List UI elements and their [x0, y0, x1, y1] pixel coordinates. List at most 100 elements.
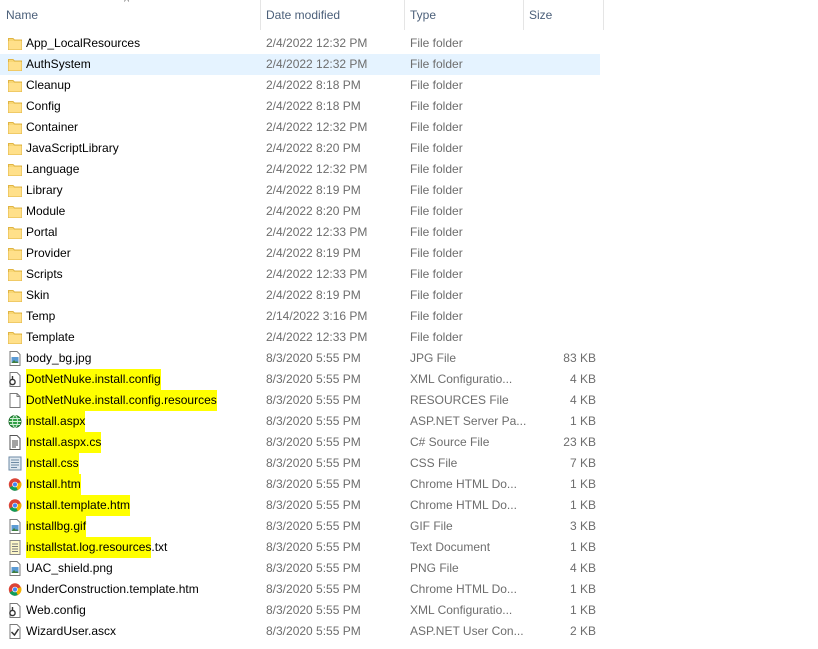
file-date-modified: 2/4/2022 8:18 PM	[266, 78, 361, 92]
file-name[interactable]: installstat.log.resources.txt	[26, 537, 167, 558]
file-name[interactable]: Config	[26, 96, 61, 117]
file-row[interactable]: Install.css 8/3/2020 5:55 PM CSS File 7 KB	[0, 453, 818, 474]
file-row[interactable]: Install.aspx.cs 8/3/2020 5:55 PM C# Source…	[0, 432, 818, 453]
file-name[interactable]: Skin	[26, 285, 49, 306]
blank-file-icon	[8, 393, 22, 408]
file-row[interactable]: Scripts 2/4/2022 12:33 PM File folder	[0, 264, 818, 285]
file-size: 1 KB	[569, 477, 596, 491]
file-row[interactable]: Container 2/4/2022 12:32 PM File folder	[0, 117, 818, 138]
file-name[interactable]: DotNetNuke.install.config	[26, 369, 161, 390]
file-name[interactable]: UAC_shield.png	[26, 558, 113, 579]
file-name[interactable]: Module	[26, 201, 65, 222]
file-name[interactable]: Web.config	[26, 600, 86, 621]
file-type: C# Source File	[410, 435, 490, 449]
file-row[interactable]: JavaScriptLibrary 2/4/2022 8:20 PM File fo…	[0, 138, 818, 159]
file-date-modified: 2/4/2022 12:33 PM	[266, 225, 368, 239]
file-row[interactable]: DotNetNuke.install.config.resources 8/3/2…	[0, 390, 818, 411]
file-row[interactable]: UnderConstruction.template.htm 8/3/2020 5…	[0, 579, 818, 600]
file-row[interactable]: Language 2/4/2022 12:32 PM File folder	[0, 159, 818, 180]
file-name[interactable]: App_LocalResources	[26, 33, 140, 54]
file-name[interactable]: install.aspx	[26, 411, 86, 432]
file-row[interactable]: DotNetNuke.install.config 8/3/2020 5:55 P…	[0, 369, 818, 390]
folder-icon	[8, 183, 22, 198]
file-name[interactable]: body_bg.jpg	[26, 348, 91, 369]
file-name[interactable]: AuthSystem	[26, 54, 91, 75]
file-row[interactable]: install.aspx 8/3/2020 5:55 PM ASP.NET Serv…	[0, 411, 818, 432]
file-date-modified: 8/3/2020 5:55 PM	[266, 456, 361, 470]
highlighted-file-name-text: installstat.log.resources	[26, 537, 152, 558]
file-date-modified: 2/4/2022 12:33 PM	[266, 330, 368, 344]
file-size	[520, 201, 596, 222]
file-row[interactable]: WizardUser.ascx 8/3/2020 5:55 PM ASP.NET U…	[0, 621, 818, 642]
file-row[interactable]: Template 2/4/2022 12:33 PM File folder	[0, 327, 818, 348]
file-name[interactable]: Container	[26, 117, 78, 138]
column-header-date[interactable]: Date modified	[260, 0, 404, 30]
column-header-size-label: Size	[529, 8, 553, 22]
file-name[interactable]: Temp	[26, 306, 55, 327]
file-row[interactable]: Install.template.htm 8/3/2020 5:55 PM Chro…	[0, 495, 818, 516]
file-name[interactable]: installbg.gif	[26, 516, 87, 537]
file-name[interactable]: UnderConstruction.template.htm	[26, 579, 199, 600]
file-row[interactable]: App_LocalResources 2/4/2022 12:32 PM File …	[0, 33, 818, 54]
file-name[interactable]: Scripts	[26, 264, 63, 285]
column-header-size[interactable]: Size	[523, 0, 603, 30]
file-size: 4 KB	[569, 561, 596, 575]
file-type: Text Document	[410, 540, 491, 554]
file-row-selected[interactable]: AuthSystem 2/4/2022 12:32 PM File folder	[0, 54, 818, 75]
file-row[interactable]: installbg.gif 8/3/2020 5:55 PM GIF File 3 K…	[0, 516, 818, 537]
file-row[interactable]: Install.htm 8/3/2020 5:55 PM Chrome HTML D…	[0, 474, 818, 495]
file-name[interactable]: Provider	[26, 243, 71, 264]
file-type: File folder	[410, 288, 463, 302]
file-date-modified: 2/4/2022 12:32 PM	[266, 57, 368, 71]
file-size	[520, 33, 596, 54]
file-size	[520, 159, 596, 180]
file-row[interactable]: Provider 2/4/2022 8:19 PM File folder	[0, 243, 818, 264]
file-row[interactable]: Cleanup 2/4/2022 8:18 PM File folder	[0, 75, 818, 96]
file-row[interactable]: Web.config 8/3/2020 5:55 PM XML Configurat…	[0, 600, 818, 621]
file-date-modified: 8/3/2020 5:55 PM	[266, 624, 361, 638]
file-size	[520, 285, 596, 306]
file-row[interactable]: Skin 2/4/2022 8:19 PM File folder	[0, 285, 818, 306]
file-name[interactable]: Install.aspx.cs	[26, 432, 102, 453]
file-row[interactable]: Temp 2/14/2022 3:16 PM File folder	[0, 306, 818, 327]
file-date-modified: 2/4/2022 8:20 PM	[266, 204, 361, 218]
file-name[interactable]: Template	[26, 327, 75, 348]
folder-icon	[8, 246, 22, 261]
file-type: File folder	[410, 120, 463, 134]
file-name[interactable]: Install.htm	[26, 474, 81, 495]
file-name[interactable]: Cleanup	[26, 75, 71, 96]
column-header-type[interactable]: Type	[404, 0, 524, 30]
file-size: 3 KB	[569, 519, 596, 533]
file-name[interactable]: DotNetNuke.install.config.resources	[26, 390, 217, 411]
file-date-modified: 8/3/2020 5:55 PM	[266, 519, 361, 533]
file-size	[520, 96, 596, 117]
file-row[interactable]: Portal 2/4/2022 12:33 PM File folder	[0, 222, 818, 243]
file-row[interactable]: UAC_shield.png 8/3/2020 5:55 PM PNG File 4 …	[0, 558, 818, 579]
file-name[interactable]: JavaScriptLibrary	[26, 138, 119, 159]
folder-icon	[8, 204, 22, 219]
file-name[interactable]: Install.template.htm	[26, 495, 131, 516]
file-name[interactable]: Library	[26, 180, 63, 201]
file-row[interactable]: Module 2/4/2022 8:20 PM File folder	[0, 201, 818, 222]
folder-icon	[8, 309, 22, 324]
file-name[interactable]: WizardUser.ascx	[26, 621, 116, 642]
file-row[interactable]: Library 2/4/2022 8:19 PM File folder	[0, 180, 818, 201]
file-row[interactable]: installstat.log.resources.txt 8/3/2020 5:…	[0, 537, 818, 558]
column-header-bar: Name ^ Date modified Type Size	[0, 0, 604, 30]
file-row[interactable]: body_bg.jpg 8/3/2020 5:55 PM JPG File 83 KB	[0, 348, 818, 369]
folder-icon	[8, 267, 22, 282]
column-divider[interactable]	[603, 0, 604, 30]
file-name[interactable]: Language	[26, 159, 79, 180]
file-type: File folder	[410, 183, 463, 197]
file-size	[520, 264, 596, 285]
file-type: Chrome HTML Do...	[410, 582, 517, 596]
config-file-icon	[8, 372, 22, 387]
file-name[interactable]: Portal	[26, 222, 57, 243]
file-date-modified: 2/4/2022 12:32 PM	[266, 120, 368, 134]
highlighted-file-name-text: DotNetNuke.install.config	[26, 369, 161, 390]
file-row[interactable]: Config 2/4/2022 8:18 PM File folder	[0, 96, 818, 117]
file-name[interactable]: Install.css	[26, 453, 79, 474]
file-date-modified: 2/4/2022 12:32 PM	[266, 162, 368, 176]
column-header-name[interactable]: Name	[0, 0, 260, 30]
file-type: File folder	[410, 225, 463, 239]
